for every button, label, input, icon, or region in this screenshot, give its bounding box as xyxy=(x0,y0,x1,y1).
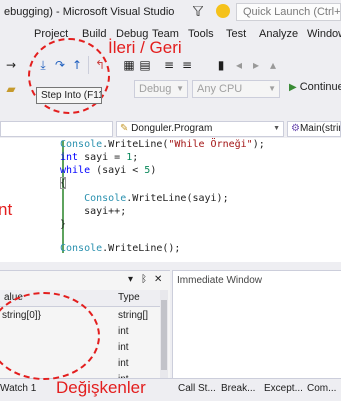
class-combo-value: Donguler.Program xyxy=(131,123,213,134)
chevron-down-icon: ▼ xyxy=(273,125,280,132)
class-combo[interactable]: ✎ Donguler.Program ▼ xyxy=(116,121,284,137)
continue-label: Continue xyxy=(299,81,341,93)
type-column-header[interactable]: Type xyxy=(118,292,140,303)
project-combo[interactable] xyxy=(0,121,113,137)
code-token: Console xyxy=(84,193,127,204)
code-token: ); xyxy=(252,139,265,150)
chevron-down-icon: ▼ xyxy=(176,84,184,93)
immediate-window[interactable] xyxy=(172,270,341,378)
tab-watch-1[interactable]: Watch 1 xyxy=(0,383,36,394)
code-line[interactable]: Console.WriteLine(sayi); xyxy=(60,193,229,204)
continue-button[interactable]: ▶ Continue xyxy=(289,81,341,93)
pin-icon[interactable]: ᛒ xyxy=(141,274,147,285)
locals-type: int xyxy=(118,358,129,369)
hex-display-icon[interactable]: ▦ xyxy=(122,58,136,72)
step-into-tooltip: Step Into (F11) xyxy=(36,87,102,104)
uncomment-icon[interactable]: ≡ xyxy=(180,58,194,72)
code-token: .WriteLine(sayi); xyxy=(126,193,229,204)
code-token: sayi = xyxy=(78,152,127,163)
menu-analyze[interactable]: Analyze xyxy=(259,28,298,40)
member-combo-value: Main(string[] ar xyxy=(299,123,340,134)
menu-test[interactable]: Test xyxy=(226,28,246,40)
code-line[interactable]: int sayi = 1; xyxy=(60,152,138,163)
code-token: ) xyxy=(150,165,157,176)
bookmark-icon[interactable]: ▮ xyxy=(214,58,228,72)
platform-combo[interactable]: Any CPU ▼ xyxy=(192,80,280,98)
play-icon: ▶ xyxy=(289,82,297,93)
brace-highlight xyxy=(60,177,66,189)
code-line[interactable]: Console.WriteLine("While Örneği"); xyxy=(60,139,265,150)
code-token: while xyxy=(60,165,91,176)
close-icon[interactable]: ✕ xyxy=(154,274,162,285)
method-icon: ⚙ xyxy=(291,123,300,134)
annotation-left-text: nt xyxy=(0,200,13,219)
locals-type: string[] xyxy=(118,310,149,321)
immediate-window-title: Immediate Window xyxy=(177,275,263,286)
tab-call-stack[interactable]: Call St... xyxy=(178,383,216,394)
code-token: Console xyxy=(60,243,103,254)
solution-config-value: Debug xyxy=(139,83,172,95)
arrow-icon[interactable]: → xyxy=(4,58,18,72)
code-line[interactable]: while (sayi < 5) xyxy=(60,165,156,176)
code-token: sayi++; xyxy=(60,206,127,217)
code-token: (sayi < xyxy=(90,165,145,176)
menu-build[interactable]: Build xyxy=(82,28,106,40)
feedback-smiley-icon[interactable] xyxy=(216,4,230,18)
annotation-degiskenler: Değişkenler xyxy=(56,378,146,397)
open-file-icon[interactable]: ▰ xyxy=(4,82,18,96)
locals-type: int xyxy=(118,342,129,353)
comment-icon[interactable]: ≡ xyxy=(162,58,176,72)
tab-exceptions[interactable]: Except... xyxy=(264,383,303,394)
toggle-bookmark-icon[interactable]: ▴ xyxy=(266,58,280,72)
code-token: ; xyxy=(132,152,139,163)
window-title: ebugging) - Microsoft Visual Studio xyxy=(4,6,175,18)
class-icon: ✎ xyxy=(120,123,132,134)
code-line[interactable]: } xyxy=(60,219,66,230)
code-token: Console xyxy=(60,139,103,150)
code-token: } xyxy=(60,219,67,230)
locals-scroll-thumb[interactable] xyxy=(161,300,167,370)
menu-tools[interactable]: Tools xyxy=(188,28,214,40)
threads-icon[interactable]: ▤ xyxy=(138,58,152,72)
filter-icon[interactable] xyxy=(193,6,203,16)
annotation-ileri-geri: İleri / Geri xyxy=(108,38,182,57)
solution-config-combo[interactable]: Debug ▼ xyxy=(134,80,188,98)
member-combo[interactable]: ⚙Main(string[] ar xyxy=(287,121,341,137)
platform-value: Any CPU xyxy=(197,83,243,95)
prev-bookmark-icon[interactable]: ◂ xyxy=(232,58,246,72)
dropdown-icon[interactable]: ▾ xyxy=(128,274,133,285)
code-token: int xyxy=(60,152,79,163)
chevron-down-icon: ▼ xyxy=(268,84,276,93)
tab-command[interactable]: Com... xyxy=(307,383,336,394)
code-token: .WriteLine(); xyxy=(102,243,181,254)
code-line[interactable]: sayi++; xyxy=(60,206,126,217)
code-line[interactable]: Console.WriteLine(); xyxy=(60,243,180,254)
tab-breakpoints[interactable]: Break... xyxy=(221,383,255,394)
locals-type: int xyxy=(118,326,129,337)
code-token: "While Örneği" xyxy=(168,139,253,150)
code-token: WriteLine( xyxy=(108,139,169,150)
menu-window[interactable]: Window xyxy=(307,28,341,40)
next-bookmark-icon[interactable]: ▸ xyxy=(249,58,263,72)
quick-launch-input[interactable]: Quick Launch (Ctrl+Q) xyxy=(236,3,341,21)
